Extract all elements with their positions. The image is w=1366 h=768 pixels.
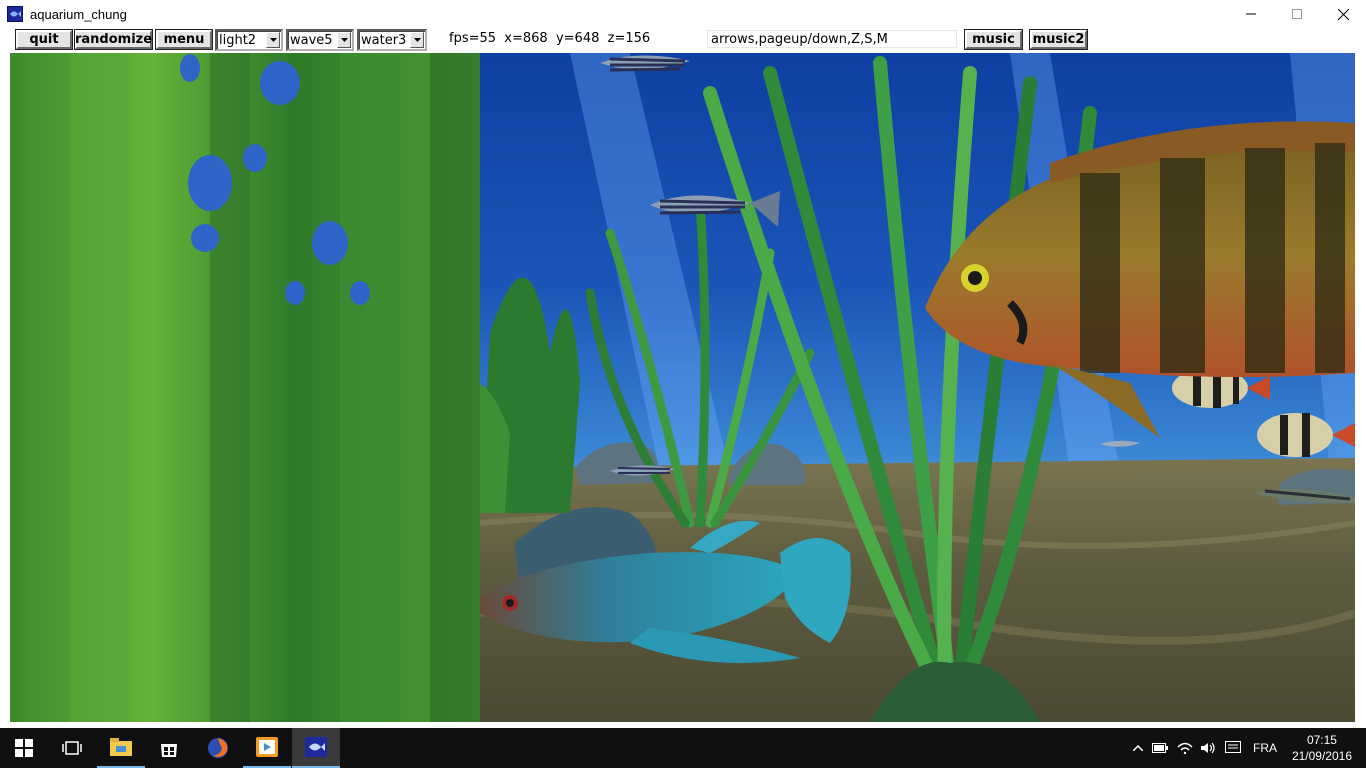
system-tray: FRA (1129, 728, 1277, 768)
language-indicator[interactable]: FRA (1253, 741, 1277, 755)
keys-hint: arrows,pageup/down,Z,S,M (711, 32, 888, 47)
task-view-icon (62, 741, 82, 755)
chevron-down-icon[interactable] (266, 32, 280, 48)
notification-icon[interactable] (1219, 741, 1247, 755)
keys-hint-box: arrows,pageup/down,Z,S,M (707, 30, 957, 48)
store-button[interactable] (145, 728, 193, 768)
media-player-button[interactable] (243, 728, 291, 768)
firefox-button[interactable] (194, 728, 242, 768)
chevron-down-icon[interactable] (410, 32, 424, 48)
battery-icon[interactable] (1147, 743, 1173, 753)
aquarium-app-icon (305, 737, 327, 757)
menu-button[interactable]: menu (156, 30, 212, 49)
chevron-down-icon[interactable] (337, 32, 351, 48)
music2-button[interactable]: music2 (1030, 30, 1087, 49)
toolbar: quit randomize menu light2 wave5 water3 … (0, 28, 1366, 52)
media-player-icon (256, 737, 278, 757)
wifi-icon[interactable] (1173, 742, 1197, 754)
wave-select-value: wave5 (290, 33, 333, 48)
wave-select[interactable]: wave5 (286, 29, 354, 51)
taskbar: FRA 07:15 21/09/2016 (0, 728, 1366, 768)
start-button[interactable] (0, 728, 48, 768)
water-select[interactable]: water3 (357, 29, 427, 51)
maximize-icon (1292, 9, 1302, 19)
clock-time: 07:15 (1306, 733, 1337, 747)
clock[interactable]: 07:15 21/09/2016 (1292, 732, 1352, 764)
volume-icon[interactable] (1197, 742, 1219, 754)
start-icon (15, 739, 33, 757)
aquarium-app-button[interactable] (292, 728, 340, 768)
window-title: aquarium_chung (30, 6, 127, 22)
file-explorer-icon (110, 738, 132, 756)
quit-button[interactable]: quit (16, 30, 72, 49)
clock-date: 21/09/2016 (1291, 749, 1352, 763)
music-button[interactable]: music (965, 30, 1022, 49)
task-view-button[interactable] (48, 728, 96, 768)
close-button[interactable] (1320, 0, 1366, 28)
water-select-value: water3 (361, 33, 407, 48)
randomize-button[interactable]: randomize (75, 30, 152, 49)
minimize-icon (1246, 13, 1256, 15)
chevron-up-icon[interactable] (1129, 745, 1147, 751)
aquarium-viewport[interactable] (10, 53, 1355, 722)
close-icon (1337, 8, 1349, 20)
store-icon (161, 744, 177, 757)
fish-icon (7, 6, 23, 22)
light-select[interactable]: light2 (215, 29, 283, 51)
minimize-button[interactable] (1228, 0, 1274, 28)
light-select-value: light2 (219, 33, 257, 48)
firefox-icon (208, 738, 228, 758)
title-bar: aquarium_chung (0, 0, 1366, 28)
status-readout: fps=55 x=868 y=648 z=156 (449, 31, 651, 46)
foreground-plant-wall (10, 53, 480, 722)
maximize-button[interactable] (1274, 0, 1320, 28)
file-explorer-button[interactable] (97, 728, 145, 768)
